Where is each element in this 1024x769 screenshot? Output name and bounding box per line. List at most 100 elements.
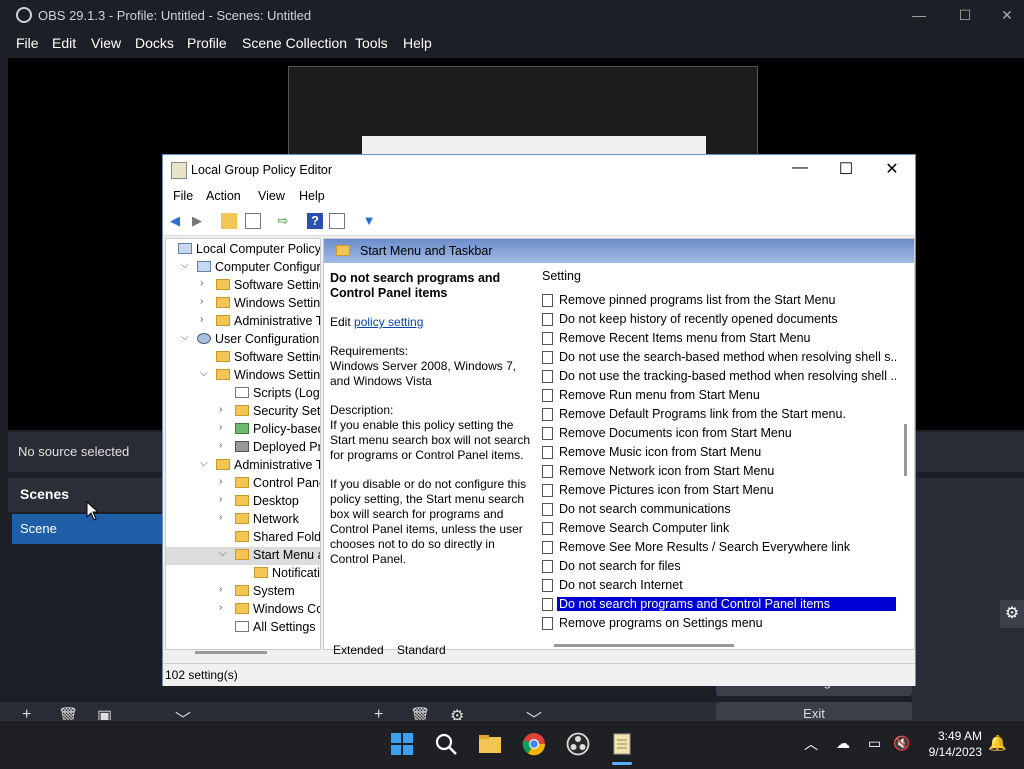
tree-node[interactable]: ⌵ Start Menu ar xyxy=(166,547,320,565)
gpe-close-button[interactable]: ✕ xyxy=(869,159,915,179)
settings-vertical-scrollbar[interactable] xyxy=(904,424,907,476)
chevron-down-icon[interactable]: ⌵ xyxy=(200,458,212,469)
setting-row[interactable]: Remove pinned programs list from the Sta… xyxy=(540,291,896,310)
tree-node[interactable]: › Windows Cor xyxy=(166,601,320,619)
up-folder-icon[interactable] xyxy=(221,213,237,229)
chevron-right-icon[interactable]: › xyxy=(219,602,231,613)
obs-menu-help[interactable]: Help xyxy=(403,35,432,51)
setting-row[interactable]: Do not search programs and Control Panel… xyxy=(540,595,896,614)
chevron-up-icon[interactable]: ︿ xyxy=(804,734,818,754)
setting-row[interactable]: Remove Recent Items menu from Start Menu xyxy=(540,329,896,348)
obs-menu-scene-collection[interactable]: Scene Collection xyxy=(242,35,347,51)
tree-node[interactable]: › Policy-based xyxy=(166,421,320,439)
help-icon[interactable]: ? xyxy=(307,213,323,229)
tree-node[interactable]: › Administrative Te xyxy=(166,313,320,331)
back-arrow-icon[interactable]: ◀ xyxy=(167,213,183,229)
gpe-minimize-button[interactable]: — xyxy=(777,159,823,177)
tree-node[interactable]: › Software Settings xyxy=(166,277,320,295)
tree-horizontal-scrollbar[interactable] xyxy=(195,651,267,654)
tree-node[interactable]: › Desktop xyxy=(166,493,320,511)
show-hide-tree-icon[interactable] xyxy=(245,213,261,229)
chevron-right-icon[interactable]: › xyxy=(219,440,231,451)
volume-muted-icon[interactable]: 🔇 xyxy=(893,735,910,752)
setting-row[interactable]: Remove Network icon from Start Menu xyxy=(540,462,896,481)
setting-row[interactable]: Do not search communications xyxy=(540,500,896,519)
setting-row[interactable]: Remove Search Computer link xyxy=(540,519,896,538)
setting-row[interactable]: Do not search for files xyxy=(540,557,896,576)
chevron-right-icon[interactable]: › xyxy=(219,494,231,505)
tree-node[interactable]: ⌵ Windows Setting xyxy=(166,367,320,385)
clock-date[interactable]: 9/14/2023 xyxy=(918,745,982,759)
gpe-menu-file[interactable]: File xyxy=(173,189,193,203)
setting-row[interactable]: Remove Pictures icon from Start Menu xyxy=(540,481,896,500)
tree-node[interactable]: › Deployed Prir xyxy=(166,439,320,457)
network-icon[interactable]: ▭ xyxy=(868,735,881,752)
setting-row[interactable]: Remove Music icon from Start Menu xyxy=(540,443,896,462)
notification-bell-icon[interactable]: 🔔 xyxy=(988,734,1007,752)
search-icon[interactable] xyxy=(434,732,458,756)
properties-icon[interactable] xyxy=(329,213,345,229)
tree-node[interactable]: › Security Settin xyxy=(166,403,320,421)
chrome-icon[interactable] xyxy=(522,732,546,756)
clock-time[interactable]: 3:49 AM xyxy=(924,729,982,743)
setting-row[interactable]: Remove Default Programs link from the St… xyxy=(540,405,896,424)
obs-menu-profile[interactable]: Profile xyxy=(187,35,227,51)
chevron-down-icon[interactable]: ⌵ xyxy=(181,260,193,271)
notepad-taskbar-icon[interactable] xyxy=(610,732,634,756)
gear-icon[interactable]: ⚙ xyxy=(1000,600,1024,628)
filter-icon[interactable]: ▼ xyxy=(361,213,377,229)
obs-menu-view[interactable]: View xyxy=(91,35,121,51)
chevron-down-icon[interactable]: ⌵ xyxy=(181,332,193,343)
tree-node[interactable]: Shared Folder xyxy=(166,529,320,547)
chevron-right-icon[interactable]: › xyxy=(219,422,231,433)
obs-maximize-button[interactable]: ☐ xyxy=(942,0,988,32)
obs-minimize-button[interactable]: — xyxy=(896,0,942,32)
tree-node[interactable]: ⌵ User Configuration xyxy=(166,331,320,349)
setting-row[interactable]: Do not search Internet xyxy=(540,576,896,595)
chevron-right-icon[interactable]: › xyxy=(219,512,231,523)
tree-node[interactable]: Scripts (Logor xyxy=(166,385,320,403)
gpe-menu-action[interactable]: Action xyxy=(206,189,241,203)
gpe-menu-view[interactable]: View xyxy=(258,189,285,203)
obs-menu-tools[interactable]: Tools xyxy=(355,35,388,51)
tree-node[interactable]: › Network xyxy=(166,511,320,529)
tree-node[interactable]: › Windows Setting xyxy=(166,295,320,313)
tree-node[interactable]: Local Computer Policy xyxy=(166,241,320,259)
chevron-down-icon[interactable]: ⌵ xyxy=(219,548,231,559)
tree-node[interactable]: ⌵ Administrative Te xyxy=(166,457,320,475)
setting-row[interactable]: Do not keep history of recently opened d… xyxy=(540,310,896,329)
chevron-right-icon[interactable]: › xyxy=(219,584,231,595)
obs-menu-edit[interactable]: Edit xyxy=(52,35,76,51)
setting-row[interactable]: Remove programs on Settings menu xyxy=(540,614,896,633)
chevron-right-icon[interactable]: › xyxy=(200,296,212,307)
start-menu-icon[interactable] xyxy=(390,732,414,756)
tab-standard[interactable]: Standard xyxy=(397,643,446,657)
setting-row[interactable]: Remove Run menu from Start Menu xyxy=(540,386,896,405)
setting-row[interactable]: Do not use the tracking-based method whe… xyxy=(540,367,896,386)
obs-taskbar-icon[interactable] xyxy=(566,732,590,756)
chevron-right-icon[interactable]: › xyxy=(200,278,212,289)
export-list-icon[interactable]: ⇨ xyxy=(275,213,291,229)
tree-node[interactable]: Notificatio xyxy=(166,565,320,583)
tree-node[interactable]: ⌵ Computer Configura xyxy=(166,259,320,277)
tree-node[interactable]: Software Settings xyxy=(166,349,320,367)
tree-node[interactable]: All Settings xyxy=(166,619,320,637)
setting-row[interactable]: Do not use the search-based method when … xyxy=(540,348,896,367)
chevron-right-icon[interactable]: › xyxy=(200,314,212,325)
onedrive-icon[interactable]: ☁ xyxy=(836,735,850,752)
gpe-menu-help[interactable]: Help xyxy=(299,189,325,203)
obs-menu-file[interactable]: File xyxy=(16,35,39,51)
setting-row[interactable]: Remove Documents icon from Start Menu xyxy=(540,424,896,443)
gpe-maximize-button[interactable]: ☐ xyxy=(823,159,869,179)
forward-arrow-icon[interactable]: ▶ xyxy=(189,213,205,229)
chevron-right-icon[interactable]: › xyxy=(219,404,231,415)
setting-row[interactable]: Remove See More Results / Search Everywh… xyxy=(540,538,896,557)
chevron-down-icon[interactable]: ⌵ xyxy=(200,368,212,379)
obs-menu-docks[interactable]: Docks xyxy=(135,35,174,51)
tree-node[interactable]: › System xyxy=(166,583,320,601)
file-explorer-icon[interactable] xyxy=(478,732,502,756)
chevron-right-icon[interactable]: › xyxy=(219,476,231,487)
tree-node[interactable]: › Control Panel xyxy=(166,475,320,493)
tab-extended[interactable]: Extended xyxy=(333,643,384,657)
obs-close-button[interactable]: ✕ xyxy=(984,0,1024,32)
